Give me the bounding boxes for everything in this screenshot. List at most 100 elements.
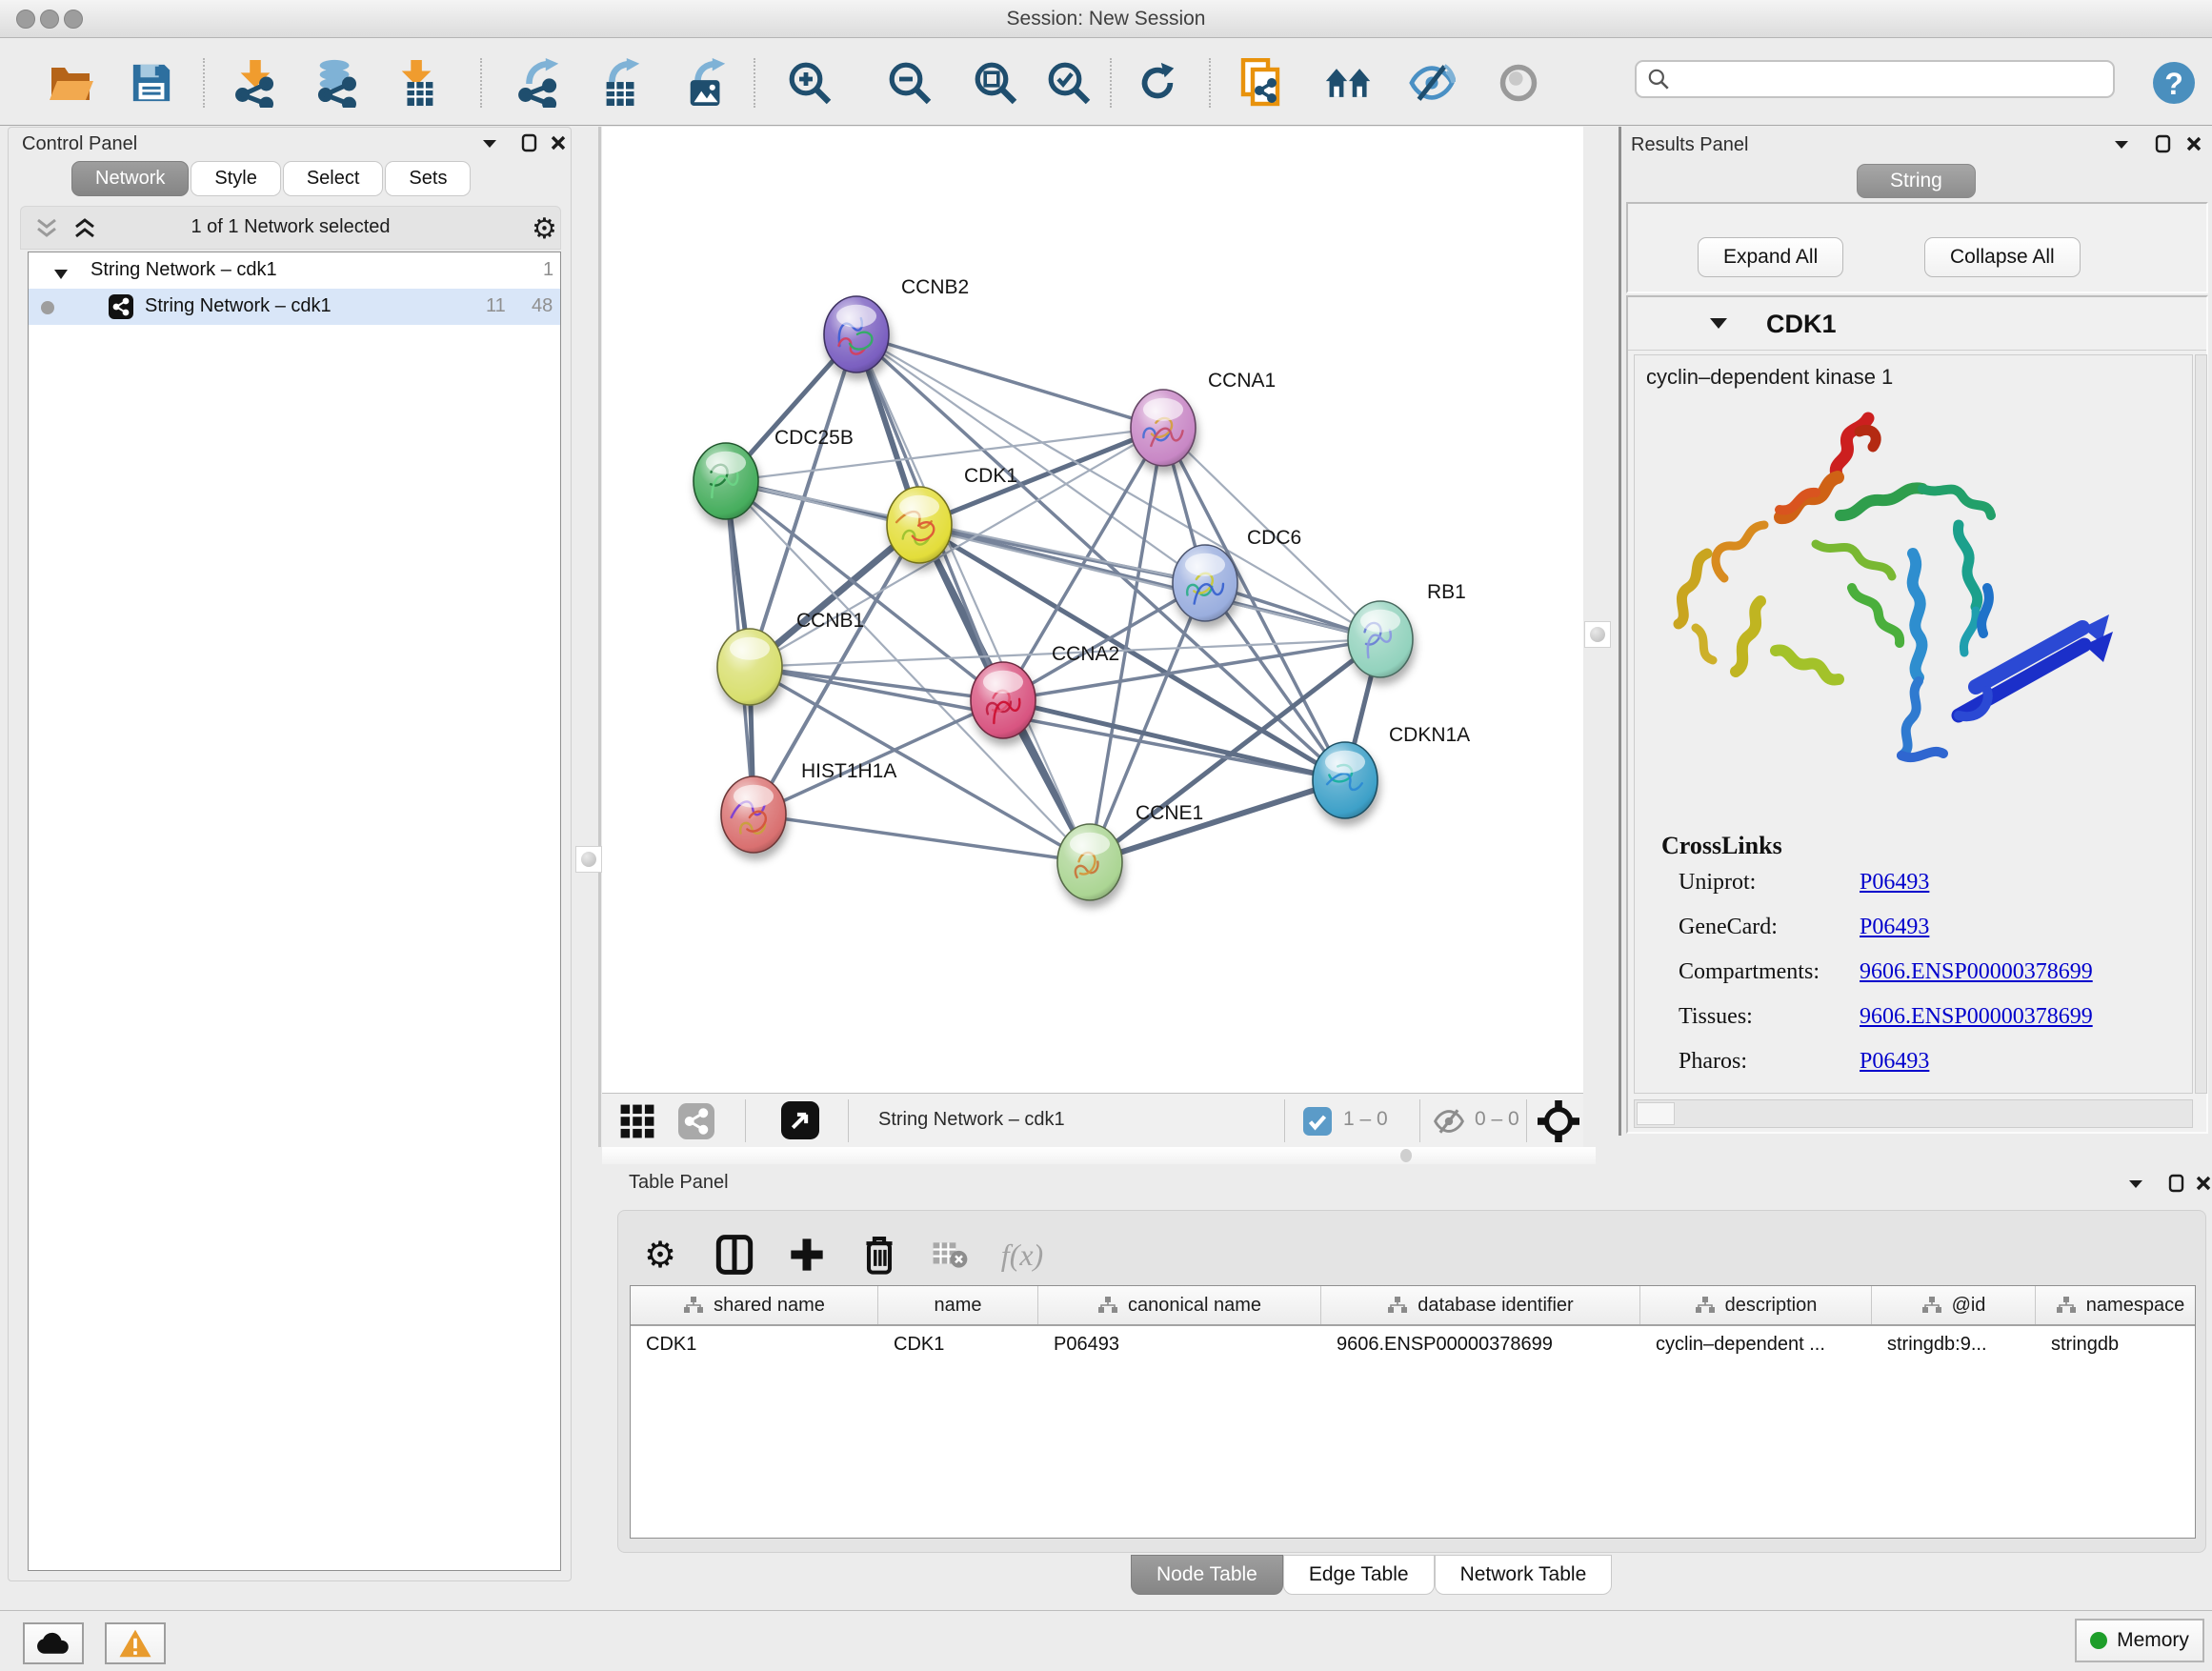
results-vertical-scrollbar[interactable]	[2195, 354, 2207, 1094]
network-node-ccnb2[interactable]	[824, 296, 889, 372]
import-table-button[interactable]	[392, 54, 445, 111]
delete-column-button[interactable]	[855, 1230, 904, 1279]
section-expander-icon[interactable]	[1709, 316, 1728, 335]
show-columns-button[interactable]	[710, 1230, 759, 1279]
zoom-selected-button[interactable]	[1042, 54, 1096, 111]
tab-node-table[interactable]: Node Table	[1131, 1555, 1283, 1595]
right-splitter-grip[interactable]	[1584, 621, 1611, 648]
grid-view-button[interactable]	[619, 1103, 655, 1144]
export-image-button[interactable]	[680, 54, 734, 111]
results-horizontal-scrollbar[interactable]	[1634, 1099, 2193, 1128]
table-cell[interactable]: stringdb	[2036, 1326, 2196, 1364]
save-session-button[interactable]	[125, 54, 178, 111]
network-node-ccne1[interactable]	[1057, 824, 1122, 900]
control-panel-maximize-button[interactable]	[521, 133, 537, 157]
table-cell[interactable]: 9606.ENSP00000378699	[1321, 1326, 1640, 1364]
network-share-view-button[interactable]	[678, 1103, 714, 1144]
collection-expander-icon[interactable]	[53, 264, 69, 286]
left-splitter-grip[interactable]	[575, 846, 602, 873]
network-options-gear-icon[interactable]: ⚙	[532, 212, 557, 246]
network-node-cdkn1a[interactable]	[1313, 742, 1377, 818]
show-hidden-button[interactable]	[1492, 54, 1545, 111]
network-node-ccna1[interactable]	[1131, 390, 1196, 466]
home-networks-button[interactable]	[1322, 54, 1376, 111]
network-node-rb1[interactable]	[1348, 601, 1413, 677]
table-cell[interactable]: P06493	[1038, 1326, 1321, 1364]
network-node-ccnb1[interactable]	[717, 629, 782, 705]
add-column-button[interactable]	[782, 1230, 832, 1279]
crosslink-link[interactable]: P06493	[1860, 1049, 1929, 1075]
tab-style[interactable]: Style	[191, 161, 280, 196]
scrollbar-thumb[interactable]	[1637, 1102, 1675, 1125]
hide-selected-button[interactable]	[1405, 54, 1458, 111]
network-node-hist1h1a[interactable]	[721, 776, 786, 853]
collapse-all-button[interactable]: Collapse All	[1924, 237, 2081, 277]
clone-network-button[interactable]	[1236, 54, 1289, 111]
edge-cdkn1a-ccne1[interactable]	[1090, 780, 1345, 862]
zoom-in-button[interactable]	[783, 54, 836, 111]
open-session-button[interactable]	[44, 54, 97, 111]
results-panel-maximize-button[interactable]	[2155, 134, 2171, 158]
network-node-cdc25b[interactable]	[694, 443, 758, 519]
fit-selected-crosshair-button[interactable]	[1538, 1100, 1579, 1147]
tab-select[interactable]: Select	[283, 161, 384, 196]
zoom-fit-button[interactable]	[969, 54, 1022, 111]
warnings-button[interactable]	[105, 1622, 166, 1664]
edge-ccna2-cdkn1a[interactable]	[1003, 700, 1345, 780]
edge-ccnb2-ccne1[interactable]	[856, 334, 1090, 862]
export-network-button[interactable]	[513, 54, 567, 111]
tab-network[interactable]: Network	[71, 161, 189, 196]
control-panel-float-button[interactable]	[481, 137, 498, 155]
column-header[interactable]: name	[878, 1286, 1038, 1324]
table-panel-float-button[interactable]	[2127, 1178, 2144, 1196]
node-section-header[interactable]: CDK1	[1628, 297, 2206, 351]
control-panel-close-button[interactable]	[550, 133, 567, 157]
selected-checkbox[interactable]	[1303, 1107, 1332, 1140]
table-cell[interactable]: CDK1	[878, 1326, 1038, 1364]
refresh-view-button[interactable]	[1131, 54, 1184, 111]
table-panel-close-button[interactable]	[2195, 1174, 2212, 1198]
tab-network-table[interactable]: Network Table	[1435, 1555, 1613, 1595]
table-cell[interactable]: stringdb:9...	[1872, 1326, 2036, 1364]
table-panel-maximize-button[interactable]	[2168, 1174, 2184, 1198]
edge-ccnb2-rb1[interactable]	[856, 334, 1380, 639]
column-header[interactable]: canonical name	[1038, 1286, 1321, 1324]
column-header[interactable]: description	[1640, 1286, 1872, 1324]
tab-string[interactable]: String	[1857, 164, 1976, 198]
node-table[interactable]: shared namenamecanonical namedatabase id…	[630, 1285, 2196, 1539]
network-row-selected[interactable]: String Network – cdk1 11 48	[29, 289, 560, 325]
export-table-button[interactable]	[594, 54, 648, 111]
column-header[interactable]: @id	[1872, 1286, 2036, 1324]
edge-ccnb2-ccna1[interactable]	[856, 334, 1163, 428]
column-header[interactable]: namespace	[2036, 1286, 2196, 1324]
column-header[interactable]: shared name	[631, 1286, 878, 1324]
horizontal-splitter[interactable]	[602, 1147, 1596, 1164]
results-panel-close-button[interactable]	[2185, 134, 2202, 158]
table-cell[interactable]: cyclin–dependent ...	[1640, 1326, 1872, 1364]
panel-splitter[interactable]	[598, 127, 601, 1147]
search-field[interactable]	[1635, 60, 2115, 98]
memory-button[interactable]: Memory	[2075, 1619, 2204, 1662]
network-collection-row[interactable]: String Network – cdk1 1	[29, 252, 560, 289]
network-node-cdk1[interactable]	[887, 487, 952, 563]
crosslink-link[interactable]: P06493	[1860, 870, 1929, 896]
import-network-file-button[interactable]	[229, 54, 282, 111]
results-panel-float-button[interactable]	[2113, 138, 2130, 156]
network-graph[interactable]: CCNB2CCNA1CDC25BCDK1CDC6RB1CCNB1CCNA2CDK…	[602, 127, 1583, 1093]
column-header[interactable]: database identifier	[1321, 1286, 1640, 1324]
search-input[interactable]	[1671, 69, 2090, 91]
expand-all-button[interactable]: Expand All	[1698, 237, 1843, 277]
network-node-cdc6[interactable]	[1173, 545, 1237, 621]
tab-sets[interactable]: Sets	[385, 161, 471, 196]
network-node-ccna2[interactable]	[971, 662, 1036, 738]
birds-eye-view-button[interactable]	[781, 1101, 819, 1144]
crosslink-link[interactable]: 9606.ENSP00000378699	[1860, 959, 2093, 985]
crosslink-link[interactable]: 9606.ENSP00000378699	[1860, 1004, 2093, 1030]
table-options-gear-icon[interactable]: ⚙	[635, 1230, 685, 1279]
zoom-out-button[interactable]	[883, 54, 936, 111]
edge-hist1h1a-ccne1[interactable]	[754, 815, 1090, 862]
tab-edge-table[interactable]: Edge Table	[1283, 1555, 1435, 1595]
table-cell[interactable]: CDK1	[631, 1326, 878, 1364]
crosslink-link[interactable]: P06493	[1860, 915, 1929, 940]
table-row[interactable]: CDK1CDK1P064939606.ENSP00000378699cyclin…	[631, 1326, 2195, 1364]
